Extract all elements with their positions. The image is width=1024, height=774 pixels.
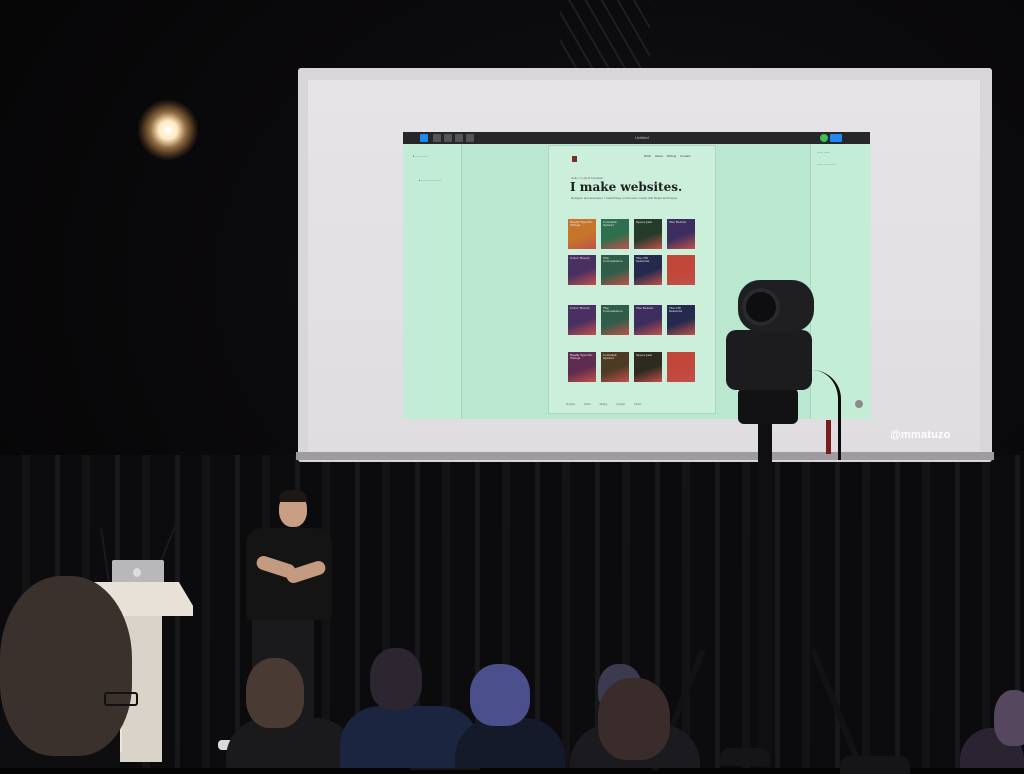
shape-tool-icon: [444, 134, 452, 142]
project-card: Color Theory: [568, 255, 596, 285]
audience-member-head: [994, 690, 1024, 746]
project-card: The CW Sessions: [667, 305, 695, 335]
project-card-title: Space Jam: [636, 220, 653, 224]
project-card-title: The CW Sessions: [636, 256, 650, 263]
project-card-title: The Return: [636, 306, 654, 310]
frame-tool-icon: [433, 134, 441, 142]
footer-item: Writing: [599, 403, 608, 406]
project-card: [667, 255, 695, 285]
lighting-truss: [560, 0, 650, 70]
audience-member: [226, 718, 356, 768]
layers-panel: ▸ —— —— ▸ —— —— ——: [403, 144, 462, 419]
site-headline: I make websites.: [570, 180, 683, 194]
projection-screen-bar: [296, 452, 994, 460]
audience-chair: [840, 756, 910, 774]
share-button: [830, 134, 842, 142]
project-card: Space Jam: [634, 352, 662, 382]
audience-member-head: [0, 576, 132, 756]
site-footer: Projects About Writing Contact Twitter: [566, 403, 706, 409]
project-card-title: The Convenience: [603, 256, 623, 263]
project-card-title: Color Theory: [570, 306, 590, 310]
site-nav-item: Contact: [680, 154, 691, 158]
project-card: The Convenience: [601, 305, 629, 335]
zoom-indicator-icon: [855, 400, 863, 408]
project-card: The Return: [634, 305, 662, 335]
project-card-title: Color Theory: [570, 256, 590, 260]
audience-member-head: [370, 648, 422, 710]
project-card: Really Specific Things: [568, 352, 596, 382]
project-card-title: The Return: [669, 220, 687, 224]
project-card: Space Jam: [634, 219, 662, 249]
project-card-title: The CW Sessions: [669, 306, 683, 313]
camera-body: [726, 330, 812, 390]
project-card: Constant Sprawl: [601, 219, 629, 249]
project-card: The CW Sessions: [634, 255, 662, 285]
project-card-title: Space Jam: [636, 353, 653, 357]
site-intro: Designer and developer. I build things o…: [571, 196, 678, 200]
site-nav-item: Writing: [666, 154, 677, 158]
project-card-title: Really Specific Things: [570, 220, 593, 227]
avatar: [820, 134, 828, 142]
project-card: Really Specific Things: [568, 219, 596, 249]
text-tool-icon: [466, 134, 474, 142]
speaker-handle: @mmatuzo: [890, 429, 951, 441]
project-card-title: [667, 352, 695, 356]
project-card-title: Really Specific Things: [570, 353, 593, 360]
project-card: Constant Sprawl: [601, 352, 629, 382]
move-tool-icon: [420, 134, 428, 142]
project-card-title: Constant Sprawl: [603, 220, 617, 227]
layers-panel-row: ▸ —— —— ——: [419, 178, 442, 182]
footer-item: About: [584, 403, 591, 406]
audience-chair: [720, 748, 770, 766]
project-card: The Return: [667, 219, 695, 249]
tripod-column: [758, 420, 772, 768]
site-nav-item: Work: [644, 154, 651, 158]
pen-tool-icon: [455, 134, 463, 142]
site-nav-item: About: [654, 154, 663, 158]
camera-mount: [738, 388, 798, 424]
glasses-icon: [104, 692, 138, 706]
project-card-title: [667, 255, 695, 259]
audience-member-head: [246, 658, 304, 728]
project-card: [667, 352, 695, 382]
laptop-logo-icon: [133, 568, 141, 577]
footer-item: Twitter: [633, 403, 642, 406]
project-card: The Convenience: [601, 255, 629, 285]
project-card-title: Constant Sprawl: [603, 353, 617, 360]
site-logo: [572, 156, 577, 162]
layers-panel-row: ▸ —— ——: [413, 154, 429, 158]
speaker-hair: [279, 490, 307, 502]
app-window-title: Untitled: [635, 135, 649, 140]
audience-member-head: [598, 678, 670, 760]
properties-row: —— ——: [817, 150, 830, 154]
project-card-title: The Convenience: [603, 306, 623, 313]
audience-member-head: [470, 664, 530, 726]
footer-item: Projects: [566, 403, 576, 406]
properties-row: —— —— ——: [817, 162, 837, 166]
footer-item: Contact: [616, 403, 625, 406]
camera-cable-connector: [826, 420, 831, 454]
stage-spotlight: [138, 100, 198, 160]
site-nav: Work About Writing Contact: [644, 154, 704, 160]
camera-lens-icon: [742, 288, 780, 326]
project-card: Color Theory: [568, 305, 596, 335]
